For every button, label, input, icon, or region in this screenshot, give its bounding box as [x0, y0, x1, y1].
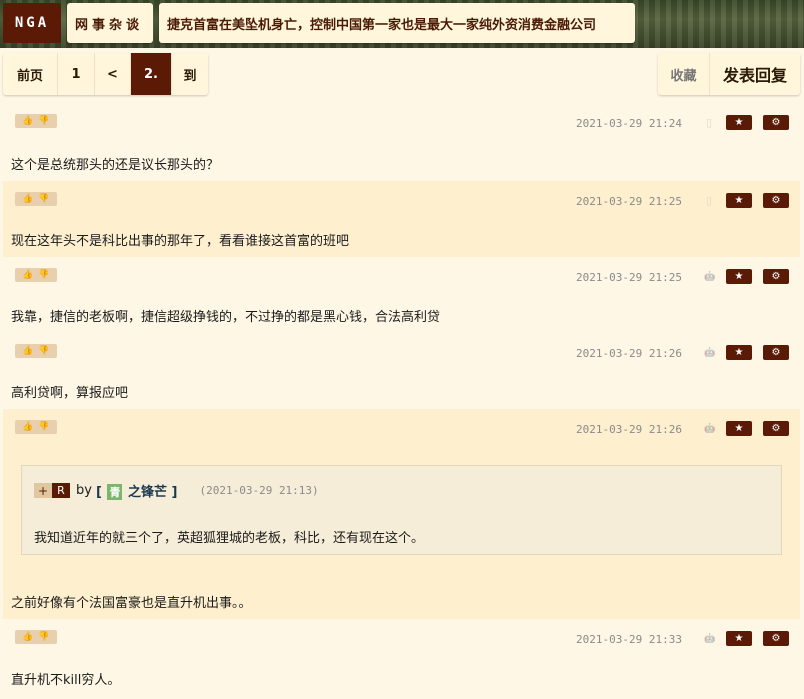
post-timestamp: 2021-03-29 21:26	[576, 423, 682, 436]
quote-author[interactable]: [ 青 之锋芒 ]	[95, 481, 178, 500]
post-item: 👍 👎 2021-03-29 21:26 🤖 ★ ⚙ + R by [ 青 之锋…	[3, 409, 800, 619]
star-icon[interactable]: ★	[726, 345, 752, 360]
post-item: 👍 👎 2021-03-29 21:26 🤖 ★ ⚙ 高利贷啊，算报应吧	[3, 333, 800, 409]
gear-icon[interactable]: ⚙	[763, 269, 789, 284]
pagination: 前页 1 < 2. 到	[3, 53, 208, 95]
post-content: 高利贷啊，算报应吧	[11, 386, 129, 401]
quote-username: 之锋芒	[127, 485, 167, 500]
favorite-button[interactable]: 收藏	[658, 53, 710, 95]
nga-logo[interactable]: NGA	[3, 3, 61, 43]
like-icon[interactable]: 👍	[22, 422, 33, 432]
post-content: 之前好像有个法国富豪也是直升机出事。。	[11, 596, 252, 611]
quote-bracket-close: ]	[171, 485, 178, 500]
android-icon: 🤖	[704, 424, 716, 434]
post-item: 👍 👎 2021-03-29 21:25 🤖 ★ ⚙ 我靠，捷信的老板啊，捷信超…	[3, 257, 800, 333]
breadcrumb-thread-title[interactable]: 捷克首富在美坠机身亡，控制中国第一家也是最大一家纯外资消费金融公司	[159, 3, 635, 43]
android-icon: 🤖	[704, 348, 716, 358]
quote-block: + R by [ 青 之锋芒 ] (2021-03-29 21:13) 我知道近…	[21, 465, 782, 555]
avatar: 青	[107, 484, 123, 500]
phone-icon: ▯	[705, 194, 713, 207]
post-item: 👍 👎 2021-03-29 21:24 ▯ ★ ⚙ 这个是总统那头的还是议长那…	[3, 103, 800, 181]
post-timestamp: 2021-03-29 21:26	[576, 347, 682, 360]
post-content: 这个是总统那头的还是议长那头的？	[11, 158, 220, 173]
vote-buttons[interactable]: 👍 👎	[15, 420, 57, 434]
post-timestamp: 2021-03-29 21:24	[576, 117, 682, 130]
quote-text: 我知道近年的就三个了，英超狐狸城的老板，科比，还有现在这个。	[34, 531, 425, 546]
star-icon[interactable]: ★	[726, 421, 752, 436]
like-icon[interactable]: 👍	[22, 116, 33, 126]
star-icon[interactable]: ★	[726, 269, 752, 284]
gear-icon[interactable]: ⚙	[763, 631, 789, 646]
star-icon[interactable]: ★	[726, 193, 752, 208]
gear-icon[interactable]: ⚙	[763, 193, 789, 208]
post-content: 现在这年头不是科比出事的那年了，看看谁接这首富的班吧	[11, 234, 350, 249]
vote-buttons[interactable]: 👍 👎	[15, 268, 57, 282]
thread-actions: 收藏 发表回复	[658, 53, 800, 95]
dislike-icon[interactable]: 👎	[38, 194, 49, 204]
vote-buttons[interactable]: 👍 👎	[15, 114, 57, 128]
dislike-icon[interactable]: 👎	[38, 116, 49, 126]
quote-reply-badge[interactable]: R	[52, 483, 70, 498]
phone-icon: ▯	[705, 116, 713, 129]
quote-header: + R by [ 青 之锋芒 ] (2021-03-29 21:13)	[34, 481, 319, 500]
quote-timestamp: (2021-03-29 21:13)	[199, 484, 319, 497]
vote-buttons[interactable]: 👍 👎	[15, 630, 57, 644]
like-icon[interactable]: 👍	[22, 632, 33, 642]
gear-icon[interactable]: ⚙	[763, 345, 789, 360]
dislike-icon[interactable]: 👎	[38, 346, 49, 356]
pager-prev-button[interactable]: 前页	[3, 53, 58, 95]
post-content: 直升机不kill穷人。	[11, 673, 121, 688]
reply-button[interactable]: 发表回复	[710, 53, 800, 95]
post-list: 👍 👎 2021-03-29 21:24 ▯ ★ ⚙ 这个是总统那头的还是议长那…	[3, 103, 800, 699]
gear-icon[interactable]: ⚙	[763, 115, 789, 130]
quote-by-label: by	[76, 483, 92, 498]
breadcrumb-forum[interactable]: 网事杂谈	[67, 3, 153, 43]
star-icon[interactable]: ★	[726, 115, 752, 130]
post-timestamp: 2021-03-29 21:25	[576, 195, 682, 208]
header-bar: NGA 网事杂谈 捷克首富在美坠机身亡，控制中国第一家也是最大一家纯外资消费金融…	[0, 0, 804, 48]
dislike-icon[interactable]: 👎	[38, 422, 49, 432]
pager-current-page: 2.	[131, 53, 172, 95]
quote-expand-button[interactable]: +	[34, 483, 52, 498]
pager-page-1[interactable]: 1	[58, 53, 95, 95]
gear-icon[interactable]: ⚙	[763, 421, 789, 436]
post-timestamp: 2021-03-29 21:25	[576, 271, 682, 284]
vote-buttons[interactable]: 👍 👎	[15, 344, 57, 358]
android-icon: 🤖	[704, 272, 716, 282]
vote-buttons[interactable]: 👍 👎	[15, 192, 57, 206]
android-icon: 🤖	[704, 634, 716, 644]
pager-back-button[interactable]: <	[95, 53, 131, 95]
like-icon[interactable]: 👍	[22, 194, 33, 204]
star-icon[interactable]: ★	[726, 631, 752, 646]
post-content: 我靠，捷信的老板啊，捷信超级挣钱的，不过挣的都是黑心钱，合法高利贷	[11, 310, 441, 325]
dislike-icon[interactable]: 👎	[38, 270, 49, 280]
like-icon[interactable]: 👍	[22, 346, 33, 356]
pager-goto-button[interactable]: 到	[172, 53, 208, 95]
dislike-icon[interactable]: 👎	[38, 632, 49, 642]
post-item: 👍 👎 2021-03-29 21:25 ▯ ★ ⚙ 现在这年头不是科比出事的那…	[3, 181, 800, 257]
like-icon[interactable]: 👍	[22, 270, 33, 280]
quote-bracket-open: [	[95, 485, 102, 500]
post-timestamp: 2021-03-29 21:33	[576, 633, 682, 646]
post-item: 👍 👎 2021-03-29 21:33 🤖 ★ ⚙ 直升机不kill穷人。	[3, 619, 800, 699]
